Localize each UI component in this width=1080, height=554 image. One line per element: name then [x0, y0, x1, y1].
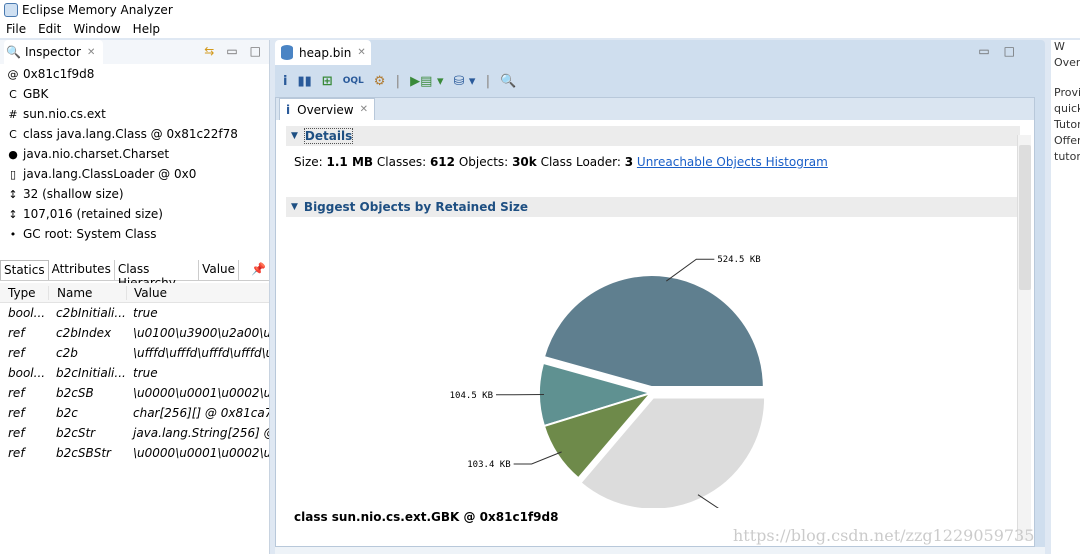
- overview-icon[interactable]: i: [283, 74, 287, 89]
- welcome-text: W: [1054, 40, 1065, 53]
- inspector-row[interactable]: • GC root: System Class: [0, 224, 269, 244]
- table-row[interactable]: ref c2bIndex \u0100\u3900\u2a00\u3: [0, 323, 269, 343]
- welcome-text: Over: [1054, 56, 1080, 69]
- welcome-text: Tutori: [1054, 118, 1080, 131]
- selected-object-label: class sun.nio.cs.ext.GBK @ 0x81c1f9d8: [294, 510, 559, 524]
- menu-help[interactable]: Help: [127, 22, 166, 36]
- table-row[interactable]: ref c2b \ufffd\ufffd\ufffd\ufffd\u: [0, 343, 269, 363]
- app-icon: [4, 3, 18, 17]
- pie-label: 524.5 KB: [717, 255, 760, 265]
- column-name[interactable]: Name: [48, 285, 126, 300]
- pie-label: 103.4 KB: [467, 460, 510, 470]
- inspector-row[interactable]: # sun.nio.cs.ext: [0, 104, 269, 124]
- package-icon: #: [8, 107, 18, 121]
- gc-root-icon: •: [9, 227, 17, 241]
- details-section[interactable]: ▼ Details: [286, 126, 1020, 146]
- tab-attributes[interactable]: Attributes: [49, 260, 115, 280]
- welcome-view: W Over Provi quick Tutori Offer tutori: [1051, 40, 1080, 554]
- close-icon[interactable]: ✕: [360, 104, 368, 115]
- toolbar: i ▮▮ ⊞ OQL ⚙ | ▶▤ ▾ ⛁ ▾ | 🔍: [275, 65, 1045, 97]
- table-row[interactable]: ref b2cSBStr \u0000\u0001\u0002\u0: [0, 443, 269, 463]
- collapse-icon: ▼: [291, 131, 298, 141]
- tab-value[interactable]: Value: [199, 260, 240, 280]
- unreachable-histogram-link[interactable]: Unreachable Objects Histogram: [637, 155, 828, 169]
- menu-file[interactable]: File: [0, 22, 32, 36]
- inspector-row[interactable]: C GBK: [0, 84, 269, 104]
- inspector-tabs: Statics Attributes Class Hierarchy Value…: [0, 260, 269, 290]
- dominator-tree-icon[interactable]: ⊞: [322, 74, 333, 89]
- welcome-text: tutori: [1054, 150, 1080, 163]
- menu-edit[interactable]: Edit: [32, 22, 67, 36]
- collapse-icon: ▼: [291, 202, 298, 212]
- superclass-icon: ●: [8, 147, 18, 161]
- table-row[interactable]: ref b2cSB \u0000\u0001\u0002\u0: [0, 383, 269, 403]
- table-row[interactable]: ref b2cStr java.lang.String[256] @ t: [0, 423, 269, 443]
- inspector-row[interactable]: ↕ 32 (shallow size): [0, 184, 269, 204]
- inspector-icon: 🔍: [6, 45, 21, 59]
- inspector-tab[interactable]: 🔍 Inspector ✕: [4, 40, 104, 64]
- minimize-icon[interactable]: ▭: [226, 44, 237, 58]
- link-icon[interactable]: ⇆: [204, 44, 214, 58]
- size-icon: ↕: [8, 187, 18, 201]
- histogram-icon[interactable]: ▮▮: [297, 74, 311, 89]
- oql-icon[interactable]: OQL: [343, 76, 364, 86]
- inspector-row[interactable]: ● java.nio.charset.Charset: [0, 144, 269, 164]
- overview-pane: i Overview ✕ ▼ Details Size: 1.1 MB Classes…: [275, 97, 1035, 547]
- inspector-row[interactable]: ▯ java.lang.ClassLoader @ 0x0: [0, 164, 269, 184]
- gear-icon[interactable]: ⚙: [374, 74, 386, 89]
- table-row[interactable]: bool... b2cInitiali... true: [0, 363, 269, 383]
- biggest-objects-section[interactable]: ▼ Biggest Objects by Retained Size: [286, 197, 1020, 217]
- retained-size-pie-chart: 524.5 KB104.5 KB103.4 KB416.1 KBTotal: 1…: [450, 255, 767, 508]
- heap-dump-icon[interactable]: ⛁ ▾: [453, 74, 475, 89]
- column-type[interactable]: Type: [0, 286, 48, 300]
- inspector-row[interactable]: @0x81c1f9d8: [0, 64, 269, 84]
- welcome-text: quick: [1054, 102, 1080, 115]
- maximize-icon[interactable]: □: [250, 44, 261, 58]
- column-value[interactable]: Value: [126, 285, 269, 300]
- welcome-text: Offer: [1054, 134, 1080, 147]
- size-icon: ↕: [8, 207, 18, 221]
- inspector-view: 🔍 Inspector ✕ ⇆ ▭ □ @0x81c1f9d8 C GBK # sun.nio.…: [0, 40, 270, 554]
- editor-tab-heap[interactable]: heap.bin ✕: [275, 40, 371, 65]
- editor-area: heap.bin ✕ ▭ □ i ▮▮ ⊞ OQL ⚙ | ▶▤ ▾ ⛁ ▾ | 🔍…: [275, 40, 1045, 554]
- search-icon[interactable]: 🔍: [500, 74, 516, 89]
- inspector-row[interactable]: Cclass java.lang.Class @ 0x81c22f78: [0, 124, 269, 144]
- pie-slice[interactable]: [542, 274, 765, 389]
- close-icon[interactable]: ✕: [87, 47, 95, 58]
- tab-statics[interactable]: Statics: [0, 260, 49, 280]
- pin-icon[interactable]: 📌: [239, 260, 269, 280]
- minimize-icon[interactable]: ▭: [978, 44, 989, 58]
- window-title: Eclipse Memory Analyzer: [22, 3, 173, 17]
- close-icon[interactable]: ✕: [357, 47, 365, 58]
- table-row[interactable]: bool... c2bInitiali... true: [0, 303, 269, 323]
- at-icon: @: [7, 67, 19, 81]
- class-icon: C: [9, 87, 17, 101]
- pie-label: 104.5 KB: [450, 391, 493, 401]
- welcome-text: Provi: [1054, 86, 1080, 99]
- class-icon: C: [9, 127, 17, 141]
- table-row[interactable]: refb2cchar[256][] @ 0x81ca7f1: [0, 403, 269, 423]
- title-bar: Eclipse Memory Analyzer: [0, 0, 1080, 20]
- inspector-row[interactable]: ↕ 107,016 (retained size): [0, 204, 269, 224]
- menu-window[interactable]: Window: [67, 22, 126, 36]
- tab-overview[interactable]: i Overview ✕: [279, 98, 375, 120]
- menu-bar: File Edit Window Help: [0, 20, 1080, 38]
- database-icon: [281, 45, 293, 60]
- statics-table: Type Name Value bool... c2bInitiali... true r…: [0, 283, 269, 463]
- watermark: https://blog.csdn.net/zzg1229059735: [733, 526, 1035, 545]
- info-icon: i: [286, 102, 291, 117]
- maximize-icon[interactable]: □: [1004, 44, 1015, 58]
- details-text: Size: 1.1 MB Classes: 612 Objects: 30k C…: [294, 155, 828, 169]
- pie-leader-line: [513, 451, 562, 465]
- vertical-scrollbar[interactable]: [1017, 135, 1031, 540]
- run-report-icon[interactable]: ▶▤ ▾: [410, 74, 443, 89]
- classloader-icon: ▯: [9, 167, 17, 181]
- tab-class-hierarchy[interactable]: Class Hierarchy: [115, 260, 200, 290]
